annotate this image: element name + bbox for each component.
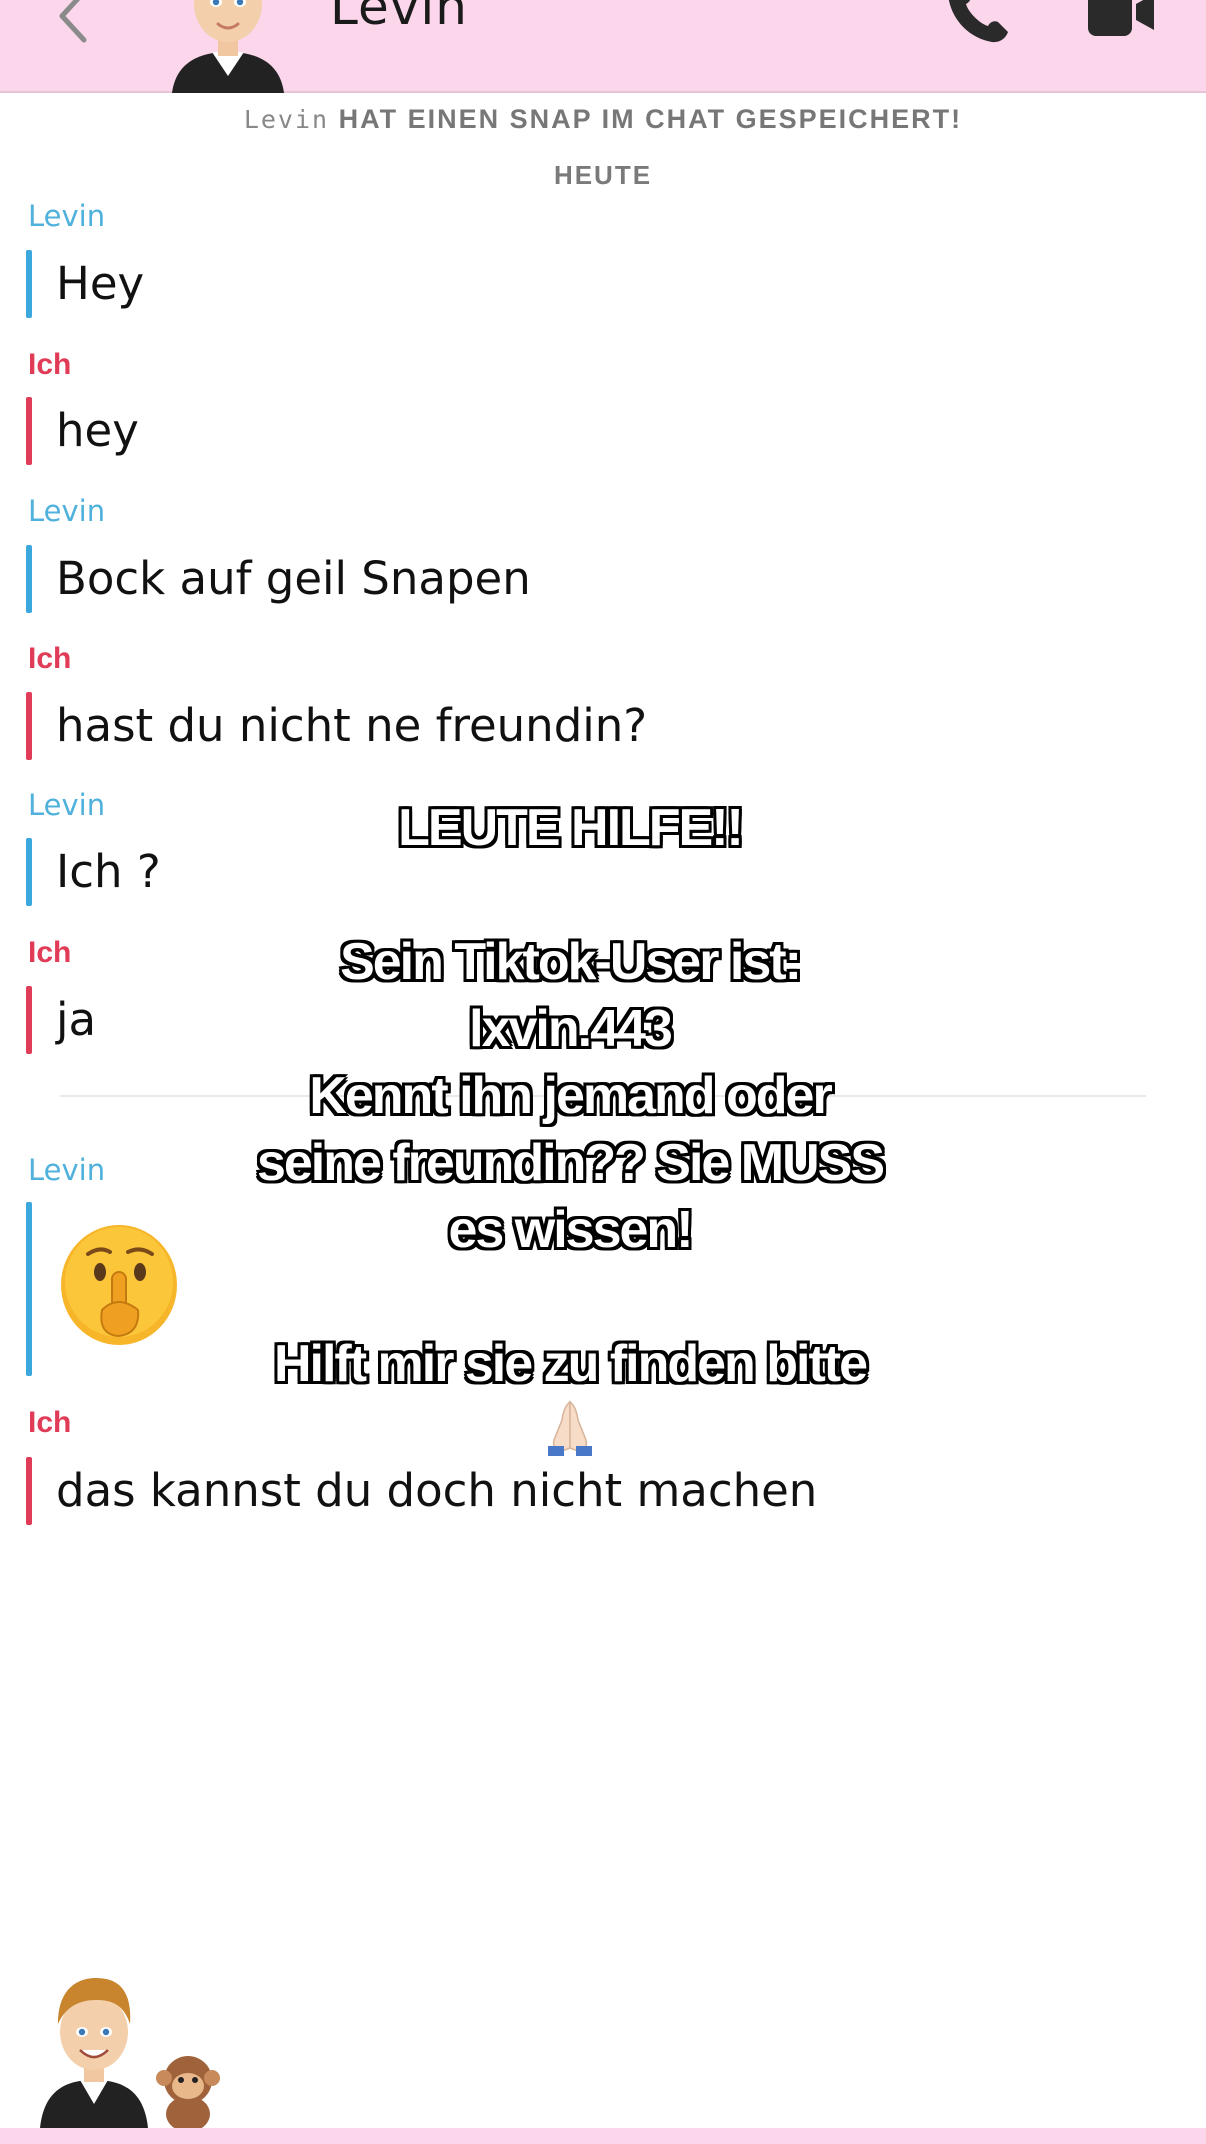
- video-camera-icon[interactable]: [1086, 0, 1158, 38]
- message-text[interactable]: ja: [56, 993, 96, 1046]
- message-bar: [26, 250, 32, 318]
- message-bar: [26, 838, 32, 906]
- monkey-bitmoji: [156, 2056, 220, 2132]
- notice-text: HAT EINEN SNAP IM CHAT GESPEICHERT!: [338, 104, 963, 134]
- contact-avatar[interactable]: [166, 0, 290, 93]
- message-bar: [26, 692, 32, 760]
- contact-name[interactable]: Levin: [330, 0, 468, 36]
- message-text[interactable]: Bock auf geil Snapen: [56, 552, 531, 605]
- sender-label: Levin: [28, 1153, 106, 1187]
- date-separator: HEUTE: [553, 160, 653, 190]
- overlay-line: es wissen!: [448, 1201, 693, 1259]
- saved-snap-notice: Levin HAT EINEN SNAP IM CHAT GESPEICHERT…: [0, 104, 1206, 135]
- overlay-line: Kennt ihn jemand oder: [309, 1067, 832, 1125]
- message-bar: [26, 397, 32, 465]
- sender-label: Ich: [28, 936, 72, 969]
- message-text[interactable]: hast du nicht ne freundin?: [56, 699, 647, 752]
- message-bar: [26, 1457, 32, 1525]
- overlay-line: Hilft mir sie zu finden bitte: [273, 1335, 868, 1393]
- sender-label: Ich: [28, 348, 72, 381]
- overlay-caption: LEUTE HILFE!! Sein Tiktok-User ist: lxvi…: [210, 795, 930, 1458]
- my-bitmoji[interactable]: [36, 1970, 152, 2128]
- message-text[interactable]: Hey: [56, 257, 144, 310]
- overlay-line: lxvin.443: [469, 1000, 673, 1058]
- chevron-left-icon[interactable]: [52, 0, 92, 44]
- folded-hands-icon: [548, 1400, 592, 1456]
- shushing-face-icon[interactable]: [58, 1224, 180, 1346]
- chat-screen: Levin Levin HAT EINEN SNAP IM CHAT GESPE…: [0, 0, 1206, 2144]
- message-bar: [26, 545, 32, 613]
- notice-name: Levin: [243, 105, 330, 134]
- bottom-bar: [0, 2128, 1206, 2144]
- overlay-emoji-line: [210, 1398, 930, 1458]
- sender-label: Levin: [28, 199, 106, 233]
- overlay-line: Sein Tiktok-User ist:: [340, 933, 802, 991]
- message-text[interactable]: das kannst du doch nicht machen: [56, 1464, 817, 1517]
- sender-label: Levin: [28, 494, 106, 528]
- message-text[interactable]: hey: [56, 404, 139, 457]
- message-bar: [26, 1202, 32, 1376]
- overlay-line: LEUTE HILFE!!: [398, 799, 744, 857]
- sender-label: Ich: [28, 642, 72, 675]
- message-text[interactable]: Ich ?: [56, 845, 161, 898]
- chat-header: Levin: [0, 0, 1206, 93]
- overlay-spacer: [210, 862, 930, 929]
- overlay-spacer: [210, 1264, 930, 1331]
- sender-label: Ich: [28, 1406, 72, 1439]
- overlay-line: seine freundin?? Sie MUSS: [256, 1134, 885, 1192]
- sender-label: Levin: [28, 788, 106, 822]
- message-bar: [26, 986, 32, 1054]
- phone-icon[interactable]: [946, 0, 1010, 44]
